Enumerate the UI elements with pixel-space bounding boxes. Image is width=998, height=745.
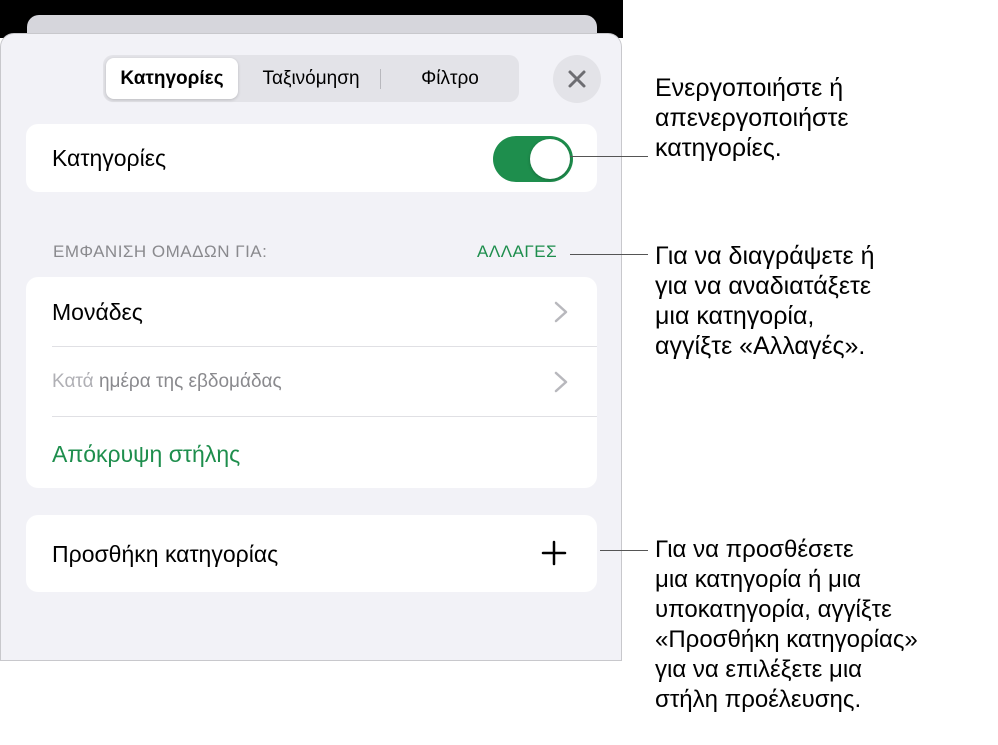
callout-edit-line: αγγίξτε «Αλλαγές». <box>655 332 866 360</box>
add-category-card[interactable]: Προσθήκη κατηγορίας <box>26 515 597 592</box>
categories-label: Κατηγορίες <box>52 145 167 171</box>
groups-section-header: ΕΜΦΑΝΙΣΗ ΟΜΑΔΩΝ ΓΙΑ: <box>53 242 268 261</box>
callout-toggle-line: Ενεργοποιήστε ή <box>655 74 844 102</box>
callout-add-line: Για να προσθέσετε <box>655 536 854 563</box>
segment-divider <box>380 69 381 89</box>
segmented-control: Κατηγορίες Ταξινόμηση Φίλτρο <box>103 55 519 102</box>
groups-card: Μονάδες Κατά ημέρα της εβδομάδας Απόκρυψ… <box>26 277 597 488</box>
callout-toggle: Ενεργοποιήστε ή απενεργοποιήστε κατηγορί… <box>655 73 848 163</box>
tab-sort[interactable]: Ταξινόμηση <box>245 58 377 99</box>
group-label-weekday: Κατά ημέρα της εβδομάδας <box>52 371 282 393</box>
categories-toggle-card: Κατηγορίες <box>26 124 597 192</box>
callout-edit-line: για να αναδιατάξετε <box>655 272 872 300</box>
callout-line-add <box>600 550 648 551</box>
callout-add-line: υποκατηγορία, αγγίξτε <box>655 596 892 623</box>
callout-edit-line: μια κατηγορία, <box>655 302 815 330</box>
callout-line-toggle <box>570 156 648 157</box>
group-row-weekday[interactable]: Κατά ημέρα της εβδομάδας <box>26 347 597 417</box>
callout-add-line: «Προσθήκη κατηγορίας» <box>655 626 918 653</box>
callout-toggle-line: απενεργοποιήστε <box>655 104 849 132</box>
callout-edit: Για να διαγράψετε ή για να αναδιατάξετε … <box>655 241 874 361</box>
tab-filter[interactable]: Φίλτρο <box>384 58 516 99</box>
callout-add: Για να προσθέσετε μια κατηγορία ή μια υπ… <box>655 535 918 715</box>
callout-add-line: για να επιλέξετε μια <box>655 656 863 683</box>
weekday-prefix: Κατά <box>52 371 94 392</box>
chevron-right-icon <box>554 371 568 393</box>
hide-column-label: Απόκρυψη στήλης <box>52 441 241 467</box>
hide-column-row[interactable]: Απόκρυψη στήλης <box>26 417 597 488</box>
close-button[interactable] <box>553 55 601 103</box>
plus-icon <box>541 540 567 566</box>
callout-toggle-line: κατηγορίες. <box>655 134 782 162</box>
callout-add-line: μια κατηγορία ή μια <box>655 566 862 593</box>
weekday-label: ημέρα της εβδομάδας <box>98 371 282 392</box>
callout-add-line: στήλη προέλευσης. <box>655 686 862 713</box>
chevron-right-icon <box>554 301 568 323</box>
close-icon <box>568 70 586 88</box>
tab-categories[interactable]: Κατηγορίες <box>106 58 238 99</box>
categories-toggle[interactable] <box>493 136 573 182</box>
callout-line-edit <box>570 254 648 255</box>
add-category-label: Προσθήκη κατηγορίας <box>52 541 279 567</box>
toggle-knob <box>530 139 570 179</box>
group-label-units: Μονάδες <box>52 299 143 325</box>
group-row-units[interactable]: Μονάδες <box>26 277 597 347</box>
callout-edit-line: Για να διαγράψετε ή <box>655 242 875 270</box>
edit-button[interactable]: ΑΛΛΑΓΕΣ <box>477 242 557 262</box>
